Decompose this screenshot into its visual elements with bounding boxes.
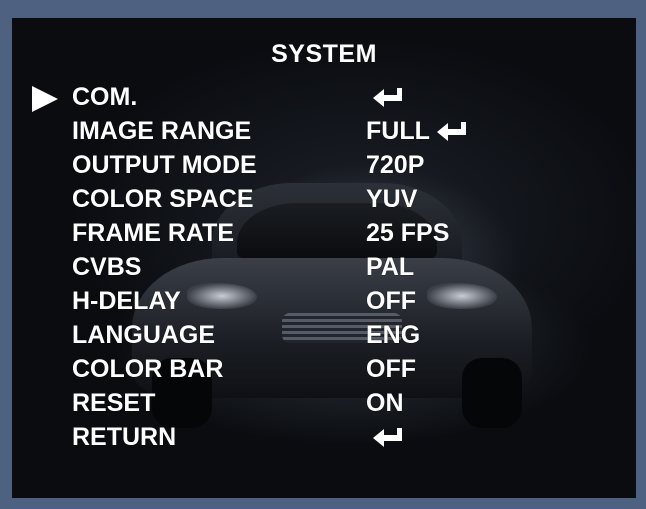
menu-item-color-bar[interactable]: COLOR BAR OFF [12,352,636,386]
menu-item-label: IMAGE RANGE [72,117,252,145]
menu-item-value: FULL [366,114,468,148]
menu-item-frame-rate[interactable]: FRAME RATE 25 FPS [12,216,636,250]
menu-item-value [366,420,404,454]
menu-item-return[interactable]: RETURN [12,420,636,454]
menu-item-label: FRAME RATE [72,219,235,247]
menu-item-h-delay[interactable]: H-DELAY OFF [12,284,636,318]
menu-item-value: OFF [366,355,416,383]
menu-item-label: CVBS [72,253,142,281]
enter-icon [436,122,466,142]
selection-cursor-icon [32,86,58,112]
menu-item-value: YUV [366,185,418,213]
menu-item-value: ENG [366,321,421,349]
menu-item-label: LANGUAGE [72,321,216,349]
enter-icon [373,88,402,108]
menu-item-value: OFF [366,287,416,315]
menu-item-reset[interactable]: RESET ON [12,386,636,420]
menu-item-label: COLOR BAR [72,355,224,383]
menu-item-output-mode[interactable]: OUTPUT MODE 720P [12,148,636,182]
menu-item-color-space[interactable]: COLOR SPACE YUV [12,182,636,216]
menu-item-label: H-DELAY [72,287,181,315]
menu-item-value: 25 FPS [366,219,450,247]
menu-item-label: COLOR SPACE [72,185,254,213]
menu-item-value: PAL [366,253,415,281]
menu-item-language[interactable]: LANGUAGE ENG [12,318,636,352]
menu-item-label: RESET [72,389,156,417]
menu-item-com[interactable]: COM. [12,80,636,114]
menu-item-label: COM. [72,83,138,111]
menu-item-value: ON [366,389,404,417]
menu-item-image-range[interactable]: IMAGE RANGE FULL [12,114,636,148]
menu-item-label: OUTPUT MODE [72,151,257,179]
osd-screen: SYSTEM COM. IMAGE RANGE FULL OUTPUT MODE… [12,18,636,498]
enter-icon [373,428,402,448]
menu-item-cvbs[interactable]: CVBS PAL [12,250,636,284]
menu-item-label: RETURN [72,423,177,451]
menu-item-value: 720P [366,151,425,179]
menu-title: SYSTEM [271,40,377,68]
menu-item-value [366,80,404,114]
